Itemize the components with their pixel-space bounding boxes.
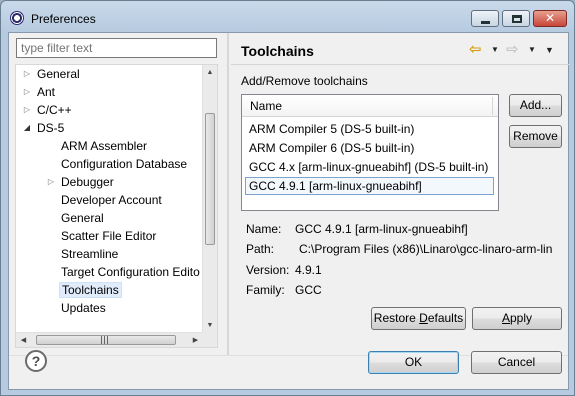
tree-item-ds5[interactable]: ◢ DS-5 bbox=[22, 119, 64, 137]
arrow-left-icon[interactable]: ⇦ bbox=[469, 42, 485, 57]
tree-item-label: Target Configuration Edito bbox=[61, 265, 200, 279]
tree-item-updates[interactable]: Updates bbox=[61, 299, 106, 317]
expand-icon[interactable]: ▷ bbox=[22, 101, 32, 119]
table-cell: GCC 4.x [arm-linux-gnueabihf] (DS-5 buil… bbox=[249, 160, 489, 174]
toolchains-table: Name ARM Compiler 5 (DS-5 built-in) ARM … bbox=[241, 94, 499, 211]
tree-horizontal-scrollbar[interactable]: ◀ ▶ bbox=[16, 332, 203, 347]
table-cell: ARM Compiler 6 (DS-5 built-in) bbox=[249, 141, 415, 155]
section-label: Add/Remove toolchains bbox=[241, 74, 368, 88]
minimize-icon bbox=[481, 21, 490, 24]
close-icon: ✕ bbox=[544, 11, 556, 25]
tree-item-label: DS-5 bbox=[37, 121, 65, 135]
button-mnemonic: D bbox=[419, 311, 428, 325]
chevron-down-icon[interactable]: ▼ bbox=[490, 44, 500, 56]
scroll-up-icon[interactable]: ▲ bbox=[203, 65, 217, 80]
tree-item-toolchains[interactable]: Toolchains bbox=[59, 281, 122, 299]
version-value: 4.9.1 bbox=[295, 263, 322, 277]
scroll-down-icon[interactable]: ▼ bbox=[203, 318, 217, 333]
tree-item-label: Ant bbox=[37, 85, 56, 99]
scrollbar-thumb[interactable] bbox=[205, 113, 215, 245]
expand-icon[interactable]: ▷ bbox=[46, 173, 56, 191]
tree-item-label: ARM Assembler bbox=[61, 139, 148, 153]
arrow-right-icon[interactable]: ⇨ bbox=[506, 42, 522, 57]
tree-item-general[interactable]: ▷ General bbox=[22, 65, 80, 83]
table-header[interactable]: Name bbox=[242, 95, 498, 117]
scrollbar-thumb[interactable] bbox=[36, 335, 176, 345]
tree-vertical-scrollbar[interactable]: ▲ ▼ bbox=[202, 65, 217, 333]
button-label: Restore bbox=[373, 311, 420, 325]
tree-item-label: Debugger bbox=[61, 175, 114, 189]
ok-button[interactable]: OK bbox=[368, 351, 459, 374]
family-value: GCC bbox=[295, 283, 322, 297]
title-divider bbox=[231, 64, 570, 65]
close-button[interactable]: ✕ bbox=[533, 10, 567, 27]
scroll-right-icon[interactable]: ▶ bbox=[188, 333, 203, 347]
path-label: Path: bbox=[246, 242, 275, 256]
table-row[interactable]: ARM Compiler 5 (DS-5 built-in) bbox=[242, 120, 498, 139]
name-label: Name: bbox=[246, 222, 282, 236]
tree-item-label: Configuration Database bbox=[61, 157, 188, 171]
help-icon[interactable]: ? bbox=[25, 350, 47, 372]
eclipse-icon bbox=[10, 11, 24, 25]
table-cell: ARM Compiler 5 (DS-5 built-in) bbox=[249, 122, 415, 136]
tree-item-label: Developer Account bbox=[61, 193, 162, 207]
tree-item-label: Scatter File Editor bbox=[61, 229, 157, 243]
tree-item-label: General bbox=[61, 211, 104, 225]
page-title: Toolchains bbox=[241, 43, 314, 59]
button-mnemonic: A bbox=[501, 311, 510, 325]
table-cell: GCC 4.9.1 [arm-linux-gnueabihf] bbox=[245, 177, 494, 195]
column-separator[interactable] bbox=[492, 97, 493, 115]
table-row-selected[interactable]: GCC 4.9.1 [arm-linux-gnueabihf] bbox=[242, 177, 498, 196]
tree-item-cpp[interactable]: ▷ C/C++ bbox=[22, 101, 72, 119]
scrollbar-corner bbox=[202, 332, 217, 347]
maximize-icon bbox=[512, 15, 522, 23]
restore-defaults-button[interactable]: Restore Defaults bbox=[371, 307, 466, 330]
tree-item-streamline[interactable]: Streamline bbox=[61, 245, 118, 263]
tree-item-configuration-database[interactable]: Configuration Database bbox=[61, 155, 187, 173]
grip-line bbox=[101, 336, 102, 344]
tree-item-label: General bbox=[37, 67, 80, 81]
scroll-left-icon[interactable]: ◀ bbox=[16, 333, 31, 347]
tree-item-developer-account[interactable]: Developer Account bbox=[61, 191, 162, 209]
tree-item-arm-assembler[interactable]: ARM Assembler bbox=[61, 137, 147, 155]
button-label: pply bbox=[510, 311, 533, 325]
path-value: C:\Program Files (x86)\Linaro\gcc-linaro… bbox=[299, 242, 553, 256]
dialog-body: ▷ General ▷ Ant ▷ C/C++ ◢ DS-5 ARM Assem… bbox=[8, 32, 570, 390]
pane-splitter[interactable] bbox=[227, 33, 229, 355]
preference-tree: ▷ General ▷ Ant ▷ C/C++ ◢ DS-5 ARM Assem… bbox=[15, 64, 218, 348]
expand-icon[interactable]: ▷ bbox=[22, 83, 32, 101]
version-label: Version: bbox=[246, 263, 290, 277]
tree-item-label: Toolchains bbox=[59, 282, 122, 298]
tree-item-ds5-general[interactable]: General bbox=[61, 209, 104, 227]
tree-item-target-configuration-editor[interactable]: Target Configuration Edito bbox=[61, 263, 200, 281]
remove-toolchain-button[interactable]: Remove bbox=[509, 125, 562, 148]
column-header-name: Name bbox=[250, 99, 283, 113]
table-row[interactable]: GCC 4.x [arm-linux-gnueabihf] (DS-5 buil… bbox=[242, 158, 498, 177]
view-menu-icon[interactable]: ▼ bbox=[545, 45, 557, 55]
tree-item-label: Streamline bbox=[61, 247, 119, 261]
tree-item-label: C/C++ bbox=[37, 103, 72, 117]
tree-item-ant[interactable]: ▷ Ant bbox=[22, 83, 55, 101]
window-title: Preferences bbox=[31, 12, 96, 26]
table-row[interactable]: ARM Compiler 6 (DS-5 built-in) bbox=[242, 139, 498, 158]
add-toolchain-button[interactable]: Add... bbox=[509, 94, 562, 117]
tree-item-label: Updates bbox=[61, 301, 106, 315]
title-bar[interactable]: Preferences ✕ bbox=[1, 1, 574, 35]
button-label: efaults bbox=[427, 311, 464, 325]
tree-item-scatter-file-editor[interactable]: Scatter File Editor bbox=[61, 227, 156, 245]
tree-item-debugger[interactable]: ▷ Debugger bbox=[46, 173, 114, 191]
grip-line bbox=[104, 336, 105, 344]
maximize-button[interactable] bbox=[502, 10, 530, 27]
expand-icon[interactable]: ▷ bbox=[22, 65, 32, 83]
cancel-button[interactable]: Cancel bbox=[471, 351, 562, 374]
apply-button[interactable]: Apply bbox=[472, 307, 562, 330]
minimize-button[interactable] bbox=[471, 10, 499, 27]
name-value: GCC 4.9.1 [arm-linux-gnueabihf] bbox=[295, 222, 468, 236]
preferences-window: Preferences ✕ ▷ General ▷ Ant ▷ C/C++ ◢ … bbox=[0, 0, 575, 396]
chevron-down-icon[interactable]: ▼ bbox=[527, 44, 537, 56]
grip-line bbox=[107, 336, 108, 344]
family-label: Family: bbox=[246, 283, 285, 297]
collapse-icon[interactable]: ◢ bbox=[22, 119, 32, 137]
filter-input[interactable] bbox=[16, 38, 217, 58]
